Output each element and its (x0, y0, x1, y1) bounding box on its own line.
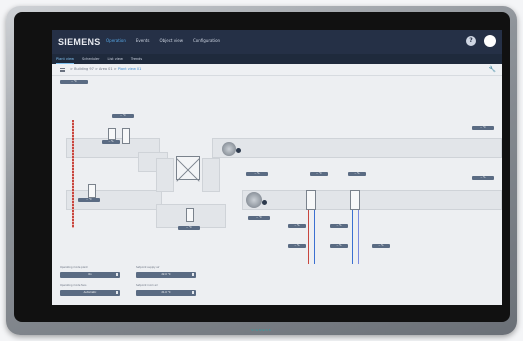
exhaust-fan-icon[interactable] (222, 142, 236, 156)
plant-tag[interactable]: -- % (246, 172, 268, 176)
plant-tag[interactable]: -- % (102, 140, 120, 144)
tile-value-button[interactable]: On (60, 272, 120, 278)
sub-tabs: Plant view Scheduler List view Trends (52, 54, 502, 64)
filter-icon[interactable] (108, 128, 116, 140)
duct-link-vertical (202, 158, 220, 192)
tile-value-button[interactable]: 21.0 °C (136, 290, 196, 296)
nav-operation[interactable]: Operation (106, 38, 126, 43)
main-nav: Operation Events Object view Configurati… (106, 38, 220, 43)
filter-icon[interactable] (186, 208, 194, 222)
fan-motor-icon (236, 148, 241, 153)
operating-mode-fans-tile[interactable]: Operating mode fans Automatic (60, 284, 120, 300)
breadcrumb-item: > (70, 67, 73, 71)
breadcrumb-current: Plant view 01 (117, 67, 142, 71)
duct-link-vertical (156, 158, 174, 192)
breadcrumb-item[interactable]: Building 97 (74, 67, 94, 71)
breadcrumb-item[interactable]: Area 01 (99, 67, 113, 71)
plant-tag[interactable]: -- % (348, 172, 366, 176)
tab-plant-view[interactable]: Plant view (56, 54, 74, 64)
cooling-coil-icon[interactable] (350, 190, 360, 210)
supply-fan-icon[interactable] (246, 192, 262, 208)
tile-title: Operating mode plant (60, 266, 88, 269)
tile-title: Setpoint room air (136, 284, 158, 287)
filter-icon[interactable] (88, 184, 96, 198)
nav-configuration[interactable]: Configuration (193, 38, 220, 43)
plant-tag[interactable]: -- % (288, 224, 306, 228)
tab-scheduler[interactable]: Scheduler (82, 54, 100, 64)
breadcrumb: > Building 97 > Area 01 > Plant view 01 (70, 67, 141, 71)
plant-tag[interactable]: -- °C (112, 114, 134, 118)
avatar[interactable] (484, 35, 496, 47)
breadcrumb-separator: > (94, 67, 98, 71)
hot-water-pipe (308, 210, 309, 264)
plant-tag[interactable]: -- °C (248, 216, 270, 220)
damper-icon[interactable] (122, 128, 130, 144)
cold-water-return (358, 210, 359, 264)
setpoint-supply-air-tile[interactable]: Setpoint supply air 22.0 °C (136, 266, 196, 282)
heat-recovery-unit[interactable] (176, 156, 200, 180)
plant-tag[interactable]: -- % (330, 244, 348, 248)
plant-diagram: -- °C -- °C -- % -- °C -- °C -- % -- °C … (52, 76, 502, 305)
tile-value: Automatic (83, 291, 97, 294)
nav-events[interactable]: Events (136, 38, 150, 43)
tile-title: Setpoint supply air (136, 266, 160, 269)
edit-icon (116, 273, 118, 276)
operating-mode-plant-tile[interactable]: Operating mode plant On (60, 266, 120, 282)
breadcrumb-separator: > (113, 67, 117, 71)
exhaust-duct-right (212, 138, 502, 158)
wrench-icon[interactable]: 🔧 (489, 66, 496, 73)
plant-tag[interactable]: -- °C (178, 226, 200, 230)
heating-coil-icon[interactable] (306, 190, 316, 210)
plant-tag[interactable]: -- °C (60, 80, 88, 84)
supply-duct-right (242, 190, 502, 210)
cold-water-pipe (352, 210, 353, 264)
plant-tag[interactable]: -- % (330, 224, 348, 228)
edit-icon (116, 291, 118, 294)
top-bar: SIEMENS Operation Events Object view Con… (52, 30, 502, 54)
fire-damper-line (72, 120, 74, 228)
tile-value: On (88, 273, 92, 276)
plant-tag[interactable]: -- °C (472, 126, 494, 130)
breadcrumb-bar: > Building 97 > Area 01 > Plant view 01 … (52, 64, 502, 76)
edit-icon (192, 291, 194, 294)
tab-list-view[interactable]: List view (108, 54, 123, 64)
help-icon[interactable]: ? (466, 36, 476, 46)
tile-value: 21.0 °C (161, 291, 171, 294)
hot-water-return (314, 210, 315, 264)
setpoint-room-air-tile[interactable]: Setpoint room air 21.0 °C (136, 284, 196, 300)
plant-tag[interactable]: -- % (288, 244, 306, 248)
menu-icon[interactable] (60, 68, 65, 72)
tile-title: Operating mode fans (60, 284, 87, 287)
plant-tag[interactable]: -- °C (78, 198, 100, 202)
tile-value-button[interactable]: Automatic (60, 290, 120, 296)
device-brand: SIEMENS (251, 328, 272, 332)
plant-tag[interactable]: -- °C (310, 172, 328, 176)
brand-logo: SIEMENS (58, 37, 101, 47)
plant-tag[interactable]: -- % (372, 244, 390, 248)
tile-value-button[interactable]: 22.0 °C (136, 272, 196, 278)
tab-trends[interactable]: Trends (131, 54, 142, 64)
top-icons: ? (466, 35, 496, 47)
plant-tag[interactable]: -- % (472, 176, 494, 180)
tile-value: 22.0 °C (161, 273, 171, 276)
fan-motor-icon (262, 200, 267, 205)
edit-icon (192, 273, 194, 276)
nav-object-view[interactable]: Object view (159, 38, 183, 43)
screen: SIEMENS Operation Events Object view Con… (52, 30, 502, 305)
